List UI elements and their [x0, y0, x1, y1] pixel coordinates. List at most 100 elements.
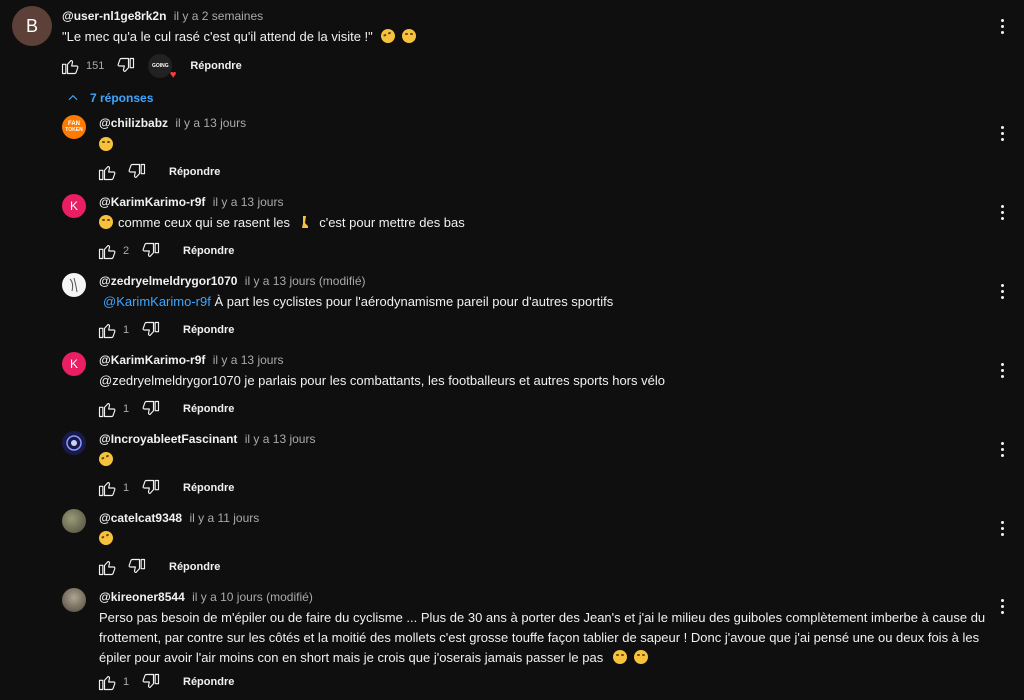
reply-button[interactable]: Répondre: [183, 403, 234, 415]
like-button[interactable]: [97, 241, 117, 261]
comment-meta: @catelcat9348 il y a 11 jours: [99, 511, 259, 525]
author-name[interactable]: @KarimKarimo-r9f: [99, 353, 205, 367]
thumb-down-icon: [141, 241, 161, 261]
comment-actions: 2 Répondre: [97, 239, 234, 263]
more-vert-icon[interactable]: [994, 14, 1010, 38]
comment-meta: @KarimKarimo-r9f il y a 13 jours: [99, 195, 283, 209]
like-button[interactable]: [97, 399, 117, 419]
comment-text: @zedryelmeldrygor1070 je parlais pour le…: [99, 371, 665, 391]
comment-meta: @user-nl1ge8rk2n il y a 2 semaines: [62, 9, 263, 23]
reply-button[interactable]: Répondre: [183, 245, 234, 257]
reply-button[interactable]: Répondre: [183, 324, 234, 336]
author-name[interactable]: @KarimKarimo-r9f: [99, 195, 205, 209]
reply-comment: @zedryelmeldrygor1070 il y a 13 jours (m…: [0, 268, 1024, 348]
avatar[interactable]: [62, 509, 86, 533]
mention-link[interactable]: @KarimKarimo-r9f: [103, 294, 211, 309]
comment-text: comme ceux qui se rasent les c'est pour …: [99, 213, 465, 233]
dislike-button[interactable]: [141, 478, 161, 498]
comment-body-line: épiler pour avoir l'air moins con en sho…: [99, 650, 604, 665]
comment-body: "Le mec qu'a le cul rasé c'est qu'il att…: [62, 29, 373, 44]
replies-toggle[interactable]: 7 réponses: [66, 91, 153, 105]
thumb-up-icon: [97, 478, 117, 498]
like-button[interactable]: [60, 56, 80, 76]
dislike-button[interactable]: [141, 399, 161, 419]
dislike-button[interactable]: [127, 162, 147, 182]
like-button[interactable]: [97, 478, 117, 498]
author-name[interactable]: @zedryelmeldrygor1070: [99, 274, 237, 288]
avatar[interactable]: K: [62, 352, 86, 376]
timestamp[interactable]: il y a 13 jours: [245, 432, 316, 446]
more-vert-icon[interactable]: [994, 594, 1010, 618]
thumb-up-icon: [97, 162, 117, 182]
comment-body-line: frottement, par contre sur les côtés et …: [99, 630, 980, 645]
more-vert-icon[interactable]: [994, 121, 1010, 145]
timestamp[interactable]: il y a 2 semaines: [174, 9, 263, 23]
like-button[interactable]: [97, 557, 117, 577]
avatar[interactable]: [62, 431, 86, 455]
grinning-sweat-emoji-icon: [612, 650, 627, 664]
reply-button[interactable]: Répondre: [169, 561, 220, 573]
like-button[interactable]: [97, 162, 117, 182]
like-button[interactable]: [97, 672, 117, 692]
author-name[interactable]: @chilizbabz: [99, 116, 168, 130]
more-vert-icon[interactable]: [994, 279, 1010, 303]
thumb-down-icon: [116, 56, 136, 76]
dislike-button[interactable]: [141, 241, 161, 261]
grinning-sweat-emoji-icon: [99, 137, 113, 151]
avatar[interactable]: [62, 273, 86, 297]
timestamp[interactable]: il y a 11 jours: [189, 511, 259, 525]
thumb-down-icon: [141, 672, 161, 692]
thumb-up-icon: [97, 557, 117, 577]
timestamp[interactable]: il y a 13 jours: [213, 195, 284, 209]
comment-meta: @KarimKarimo-r9f il y a 13 jours: [99, 353, 283, 367]
reply-button[interactable]: Répondre: [183, 482, 234, 494]
timestamp[interactable]: il y a 13 jours (modifié): [245, 274, 366, 288]
author-name[interactable]: @user-nl1ge8rk2n: [62, 9, 166, 23]
thumb-down-icon: [141, 478, 161, 498]
avatar[interactable]: B: [12, 6, 52, 46]
grinning-squinting-emoji-icon: [633, 650, 648, 664]
more-vert-icon[interactable]: [994, 516, 1010, 540]
like-count: 2: [123, 245, 130, 257]
avatar[interactable]: FAN TOKEN: [62, 115, 86, 139]
author-name[interactable]: @catelcat9348: [99, 511, 182, 525]
like-count: 1: [123, 482, 130, 494]
rolling-laughing-emoji-icon: [379, 26, 398, 46]
comment-body-part: c'est pour mettre des bas: [319, 215, 465, 230]
comment-body: À part les cyclistes pour l'aérodynamism…: [214, 294, 614, 309]
dislike-button[interactable]: [127, 557, 147, 577]
author-name[interactable]: @kireoner8544: [99, 590, 185, 604]
comment-actions: 1 Répondre: [97, 476, 234, 500]
more-vert-icon[interactable]: [994, 437, 1010, 461]
dislike-button[interactable]: [116, 56, 136, 76]
reply-comment: @IncroyableetFascinant il y a 13 jours 1…: [0, 426, 1024, 506]
avatar[interactable]: [62, 588, 86, 612]
dislike-button[interactable]: [141, 672, 161, 692]
comment-meta: @kireoner8544 il y a 10 jours (modifié): [99, 590, 313, 604]
thumb-down-icon: [127, 557, 147, 577]
comment-text: [96, 528, 116, 549]
reply-comment: @catelcat9348 il y a 11 jours Répondre: [0, 505, 1024, 585]
author-name[interactable]: @IncroyableetFascinant: [99, 432, 237, 446]
heart-icon: ♥: [169, 69, 177, 81]
comment-meta: @IncroyableetFascinant il y a 13 jours: [99, 432, 315, 446]
more-vert-icon[interactable]: [994, 358, 1010, 382]
reply-button[interactable]: Répondre: [169, 166, 220, 178]
comment-actions: Répondre: [97, 555, 220, 579]
comment-body: @zedryelmeldrygor1070 je parlais pour le…: [99, 373, 665, 388]
reply-button[interactable]: Répondre: [190, 60, 241, 72]
creator-badge-text: GOING: [152, 63, 169, 69]
like-count: 1: [123, 324, 130, 336]
reply-button[interactable]: Répondre: [183, 676, 234, 688]
avatar[interactable]: K: [62, 194, 86, 218]
more-vert-icon[interactable]: [994, 200, 1010, 224]
like-count: 151: [86, 60, 105, 72]
thumb-down-icon: [141, 399, 161, 419]
like-button[interactable]: [97, 320, 117, 340]
comment-body-part: comme ceux qui se rasent les: [118, 215, 290, 230]
timestamp[interactable]: il y a 13 jours: [175, 116, 246, 130]
timestamp[interactable]: il y a 10 jours (modifié): [192, 590, 313, 604]
timestamp[interactable]: il y a 13 jours: [213, 353, 284, 367]
comment-actions: 151 GOING ♥ Répondre: [60, 54, 242, 81]
dislike-button[interactable]: [141, 320, 161, 340]
